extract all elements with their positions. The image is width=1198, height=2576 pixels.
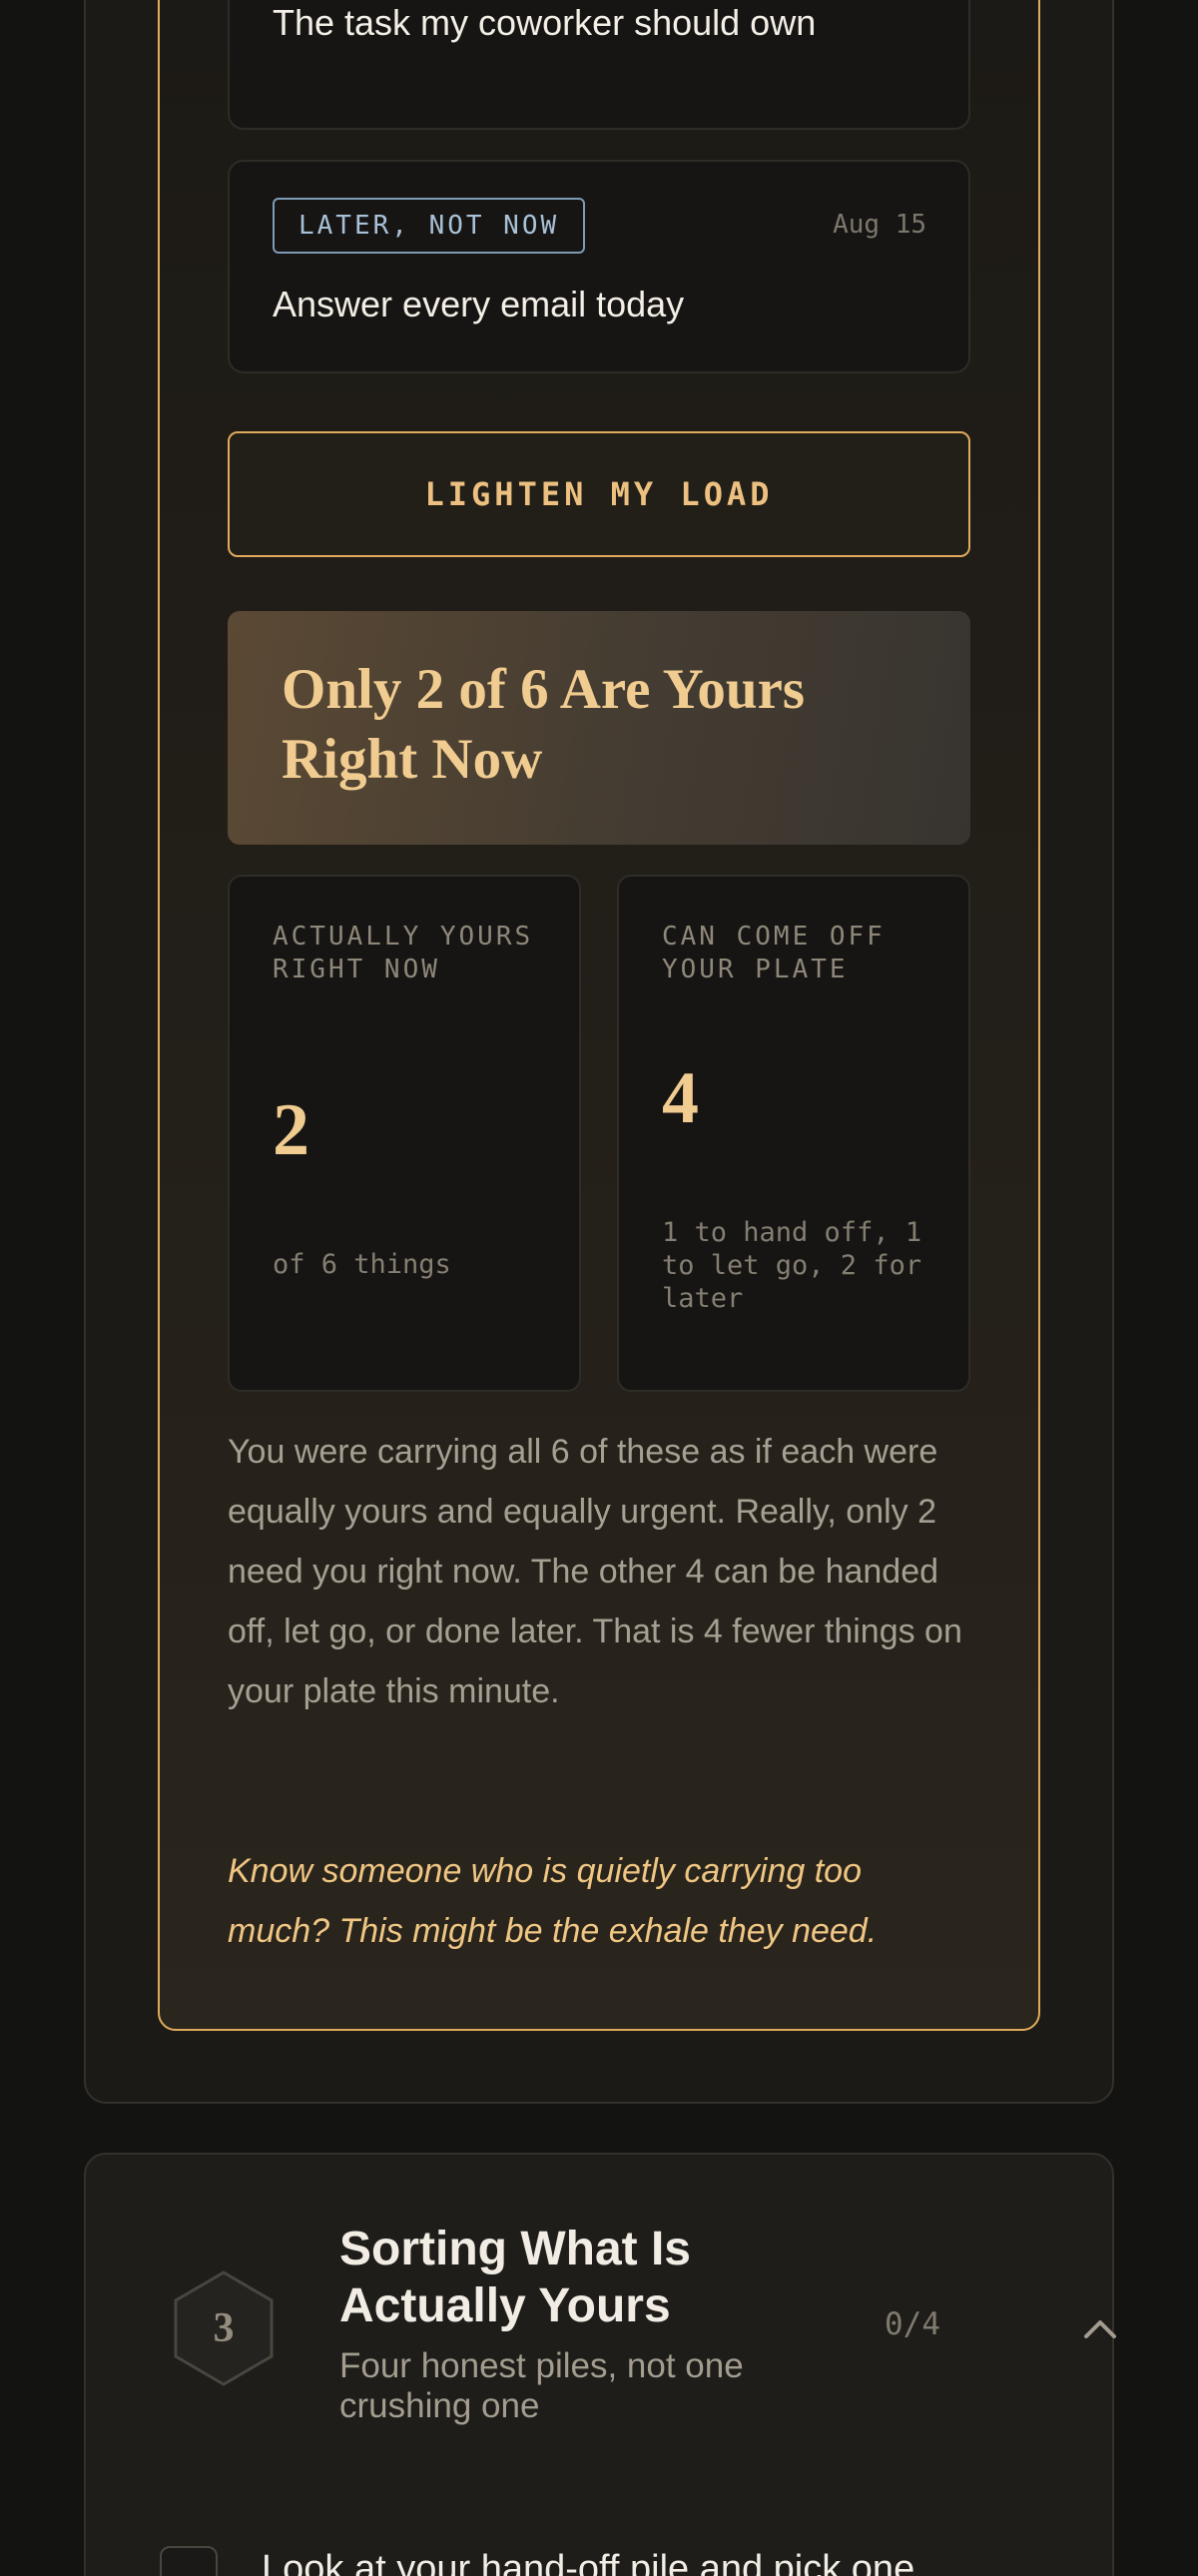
stat-caption: 1 to hand off, 1 to let go, 2 for later bbox=[662, 1217, 922, 1314]
task-title: Answer every email today bbox=[273, 284, 685, 324]
share-note: Know someone who is quietly carrying too… bbox=[228, 1852, 878, 1950]
task-card: The task my coworker should own bbox=[228, 0, 970, 130]
step-number: 3 bbox=[213, 2305, 235, 2351]
checklist-item[interactable]: Look at your hand-off pile and pick one bbox=[160, 2546, 1058, 2576]
lighten-load-button[interactable]: LIGHTEN MY LOAD bbox=[228, 431, 970, 557]
chevron-up-icon[interactable] bbox=[1076, 2304, 1124, 2352]
stat-label: ACTUALLY YOURS RIGHT NOW bbox=[273, 922, 534, 984]
stat-value: 2 bbox=[273, 1089, 309, 1171]
stat-label: CAN COME OFF YOUR PLATE bbox=[662, 922, 886, 984]
step-badge: 3 bbox=[174, 2270, 274, 2386]
result-summary: You were carrying all 6 of these as if e… bbox=[228, 1433, 962, 1710]
task-tag: LATER, NOT NOW bbox=[273, 198, 586, 254]
task-card: LATER, NOT NOW Aug 15 Answer every email… bbox=[228, 160, 970, 373]
result-banner: Only 2 of 6 Are Yours Right Now bbox=[228, 611, 970, 845]
stat-value: 4 bbox=[662, 1057, 699, 1139]
task-title: The task my coworker should own bbox=[273, 2, 817, 43]
section-subtitle: Four honest piles, not one crushing one bbox=[339, 2346, 744, 2425]
section-title: Sorting What Is Actually Yours bbox=[339, 2223, 691, 2332]
checkbox[interactable] bbox=[160, 2546, 218, 2576]
stat-card-off-plate: CAN COME OFF YOUR PLATE 4 1 to hand off,… bbox=[617, 875, 970, 1392]
result-title: Only 2 of 6 Are Yours Right Now bbox=[282, 658, 806, 791]
task-date: Aug 15 bbox=[833, 210, 926, 240]
stat-caption: of 6 things bbox=[273, 1249, 451, 1280]
stat-card-yours: ACTUALLY YOURS RIGHT NOW 2 of 6 things bbox=[228, 875, 581, 1392]
section-card[interactable]: 3 Sorting What Is Actually Yours Four ho… bbox=[84, 2153, 1116, 2576]
progress-count: 0/4 bbox=[885, 2306, 940, 2342]
checklist-item-label: Look at your hand-off pile and pick one bbox=[262, 2548, 915, 2576]
